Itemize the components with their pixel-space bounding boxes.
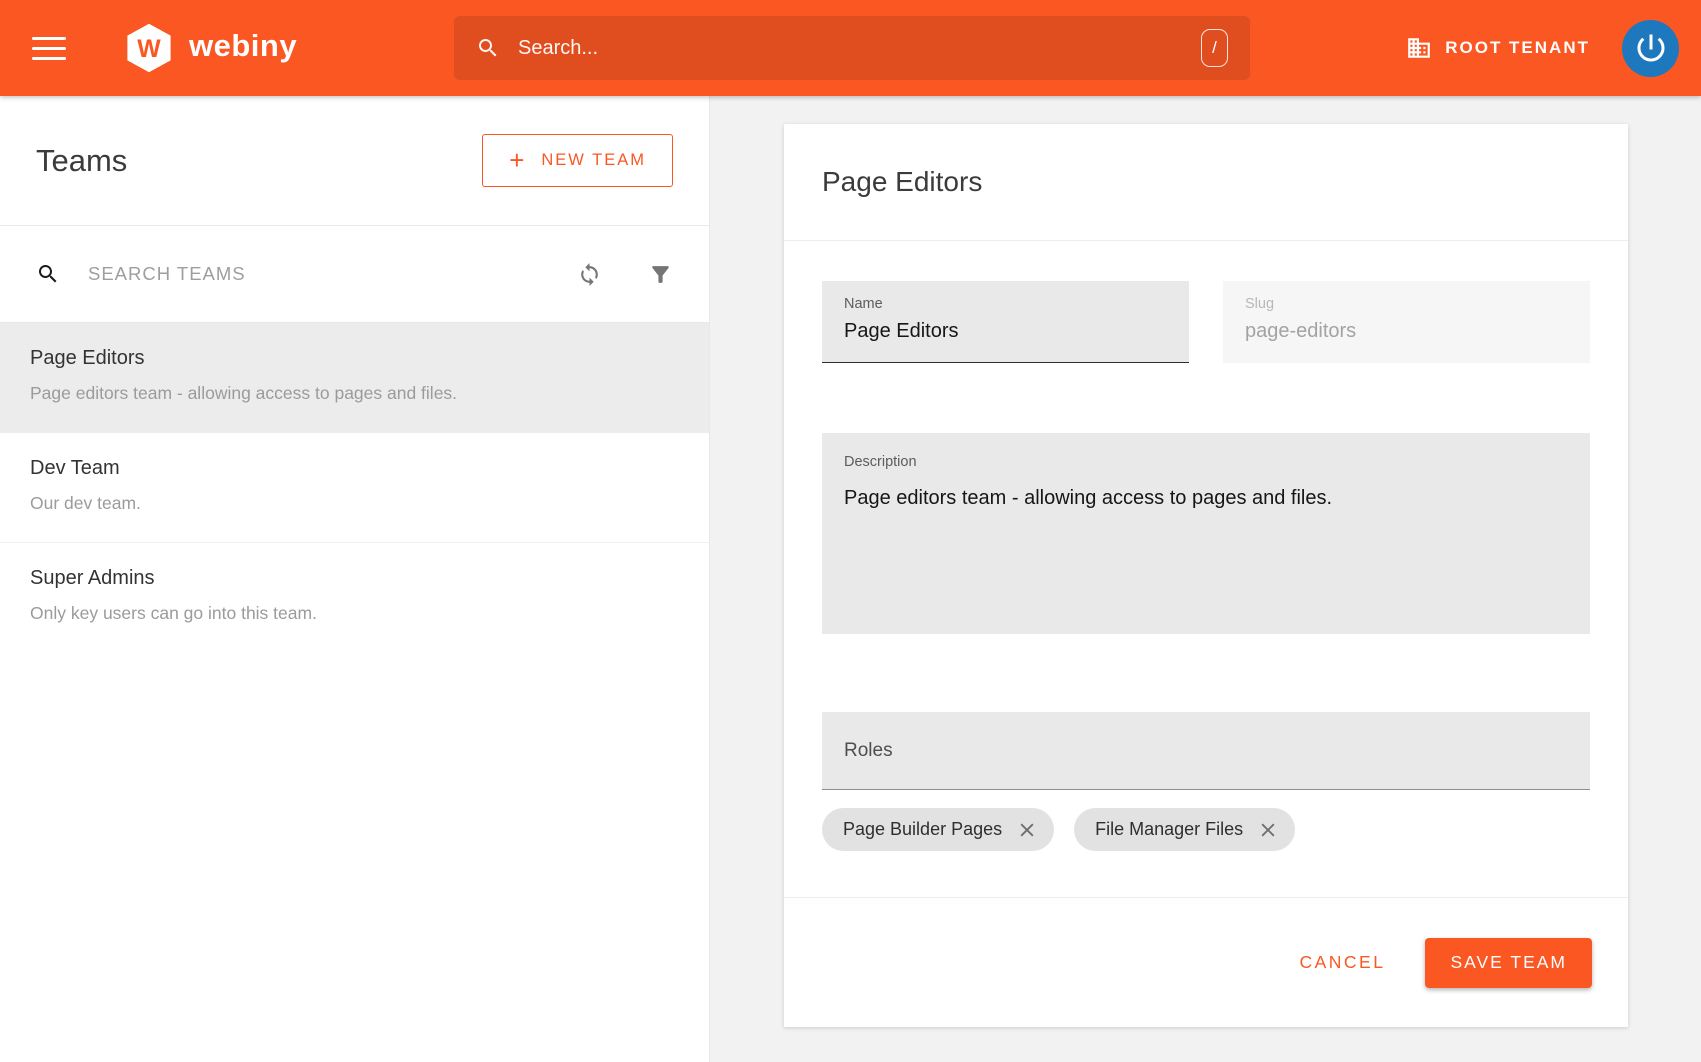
search-icon	[476, 36, 500, 60]
chip-label: Page Builder Pages	[843, 819, 1002, 840]
building-icon	[1406, 35, 1432, 61]
role-chip-file-manager-files: File Manager Files	[1074, 808, 1295, 851]
remove-chip-icon[interactable]	[1258, 820, 1278, 840]
search-teams-icon	[36, 262, 60, 286]
hamburger-menu-icon[interactable]	[32, 30, 66, 67]
app-header: W webiny Search... / ROOT TENANT	[0, 0, 1701, 96]
refresh-icon[interactable]	[577, 262, 602, 287]
new-team-button-label: NEW TEAM	[541, 151, 646, 170]
team-row-super-admins[interactable]: Super Admins Only key users can go into …	[0, 543, 709, 653]
main-layout: Teams + NEW TEAM SEARCH TEAMS	[0, 96, 1701, 1062]
teams-search-row: SEARCH TEAMS	[0, 226, 709, 323]
svg-text:W: W	[137, 36, 161, 63]
team-description: Only key users can go into this team.	[30, 603, 679, 624]
team-form-card: Page Editors Name Page Editors Slug page…	[784, 124, 1628, 1027]
team-name: Super Admins	[30, 567, 679, 590]
slug-field-value: page-editors	[1245, 320, 1568, 343]
team-form-title: Page Editors	[822, 166, 982, 198]
global-search-placeholder: Search...	[518, 37, 1201, 60]
remove-chip-icon[interactable]	[1017, 820, 1037, 840]
description-field[interactable]: Description Page editors team - allowing…	[822, 433, 1590, 634]
team-row-page-editors[interactable]: Page Editors Page editors team - allowin…	[0, 323, 709, 433]
cancel-button[interactable]: CANCEL	[1287, 942, 1397, 983]
roles-field-label: Roles	[844, 740, 893, 762]
roles-field[interactable]: Roles	[822, 712, 1590, 790]
header-right-group: ROOT TENANT	[1406, 20, 1679, 77]
team-name: Dev Team	[30, 457, 679, 480]
user-avatar[interactable]	[1622, 20, 1679, 77]
logo-wordmark: webiny	[189, 28, 297, 64]
team-name: Page Editors	[30, 347, 679, 370]
teams-panel-header: Teams + NEW TEAM	[0, 96, 709, 226]
roles-chips-row: Page Builder Pages File Manager Files	[822, 808, 1590, 851]
tenant-selector[interactable]: ROOT TENANT	[1406, 35, 1590, 61]
chip-label: File Manager Files	[1095, 819, 1243, 840]
name-field-label: Name	[844, 296, 1167, 312]
list-action-icons	[577, 262, 673, 287]
description-field-value: Page editors team - allowing access to p…	[844, 487, 1568, 510]
name-field[interactable]: Name Page Editors	[822, 281, 1189, 363]
team-form-footer: CANCEL SAVE TEAM	[784, 897, 1628, 1027]
power-icon	[1633, 30, 1669, 66]
team-form-body: Name Page Editors Slug page-editors Desc…	[784, 281, 1628, 851]
name-field-value: Page Editors	[844, 320, 1167, 343]
filter-icon[interactable]	[648, 262, 673, 287]
team-detail-area: Page Editors Name Page Editors Slug page…	[710, 96, 1701, 1062]
team-description: Page editors team - allowing access to p…	[30, 383, 679, 404]
search-teams-input[interactable]: SEARCH TEAMS	[88, 263, 577, 285]
webiny-hexagon-icon: W	[122, 21, 176, 75]
tenant-label: ROOT TENANT	[1445, 38, 1590, 58]
team-row-dev-team[interactable]: Dev Team Our dev team.	[0, 433, 709, 543]
save-team-button[interactable]: SAVE TEAM	[1425, 938, 1592, 988]
teams-list: Page Editors Page editors team - allowin…	[0, 323, 709, 653]
role-chip-page-builder-pages: Page Builder Pages	[822, 808, 1054, 851]
team-form-header: Page Editors	[784, 124, 1628, 241]
keyboard-shortcut-badge: /	[1201, 29, 1228, 67]
page-title: Teams	[36, 143, 127, 179]
new-team-button[interactable]: + NEW TEAM	[482, 134, 673, 187]
webiny-logo[interactable]: W webiny	[122, 21, 297, 75]
slug-field-label: Slug	[1245, 296, 1568, 312]
team-description: Our dev team.	[30, 493, 679, 514]
slug-field: Slug page-editors	[1223, 281, 1590, 363]
name-slug-row: Name Page Editors Slug page-editors	[822, 281, 1590, 363]
teams-list-panel: Teams + NEW TEAM SEARCH TEAMS	[0, 96, 710, 1062]
description-field-label: Description	[844, 454, 1568, 470]
global-search-input[interactable]: Search... /	[454, 16, 1250, 80]
